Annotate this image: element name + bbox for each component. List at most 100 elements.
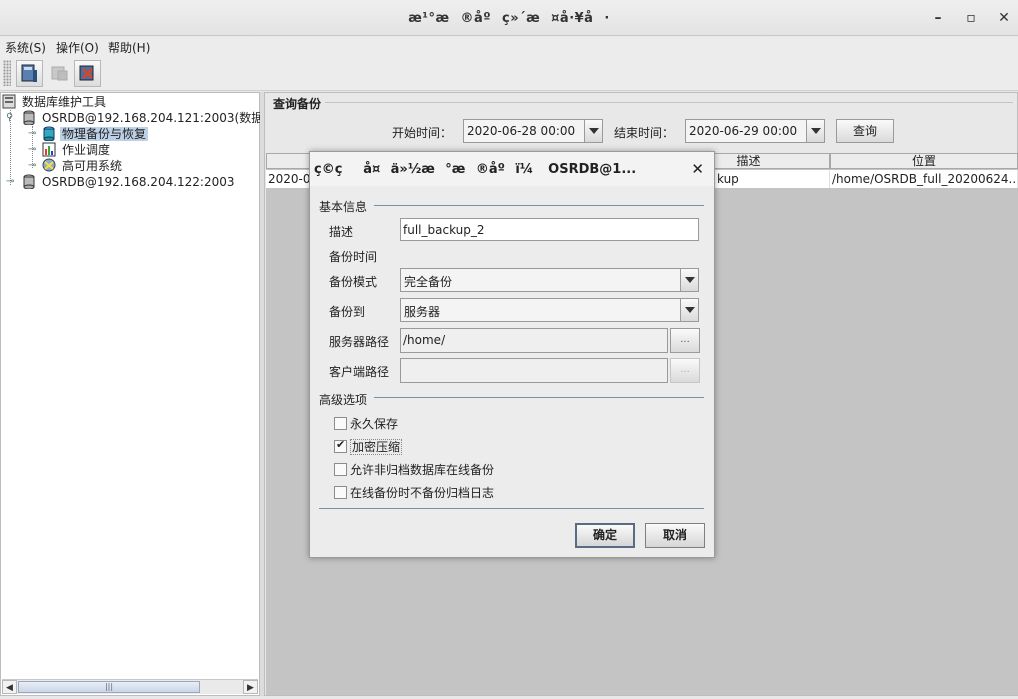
collapse-icon[interactable]: ⚲ [6,110,13,126]
checkbox[interactable] [334,486,347,499]
server-root-icon [2,94,16,109]
cluster-icon [42,158,56,172]
checkbox[interactable] [334,463,347,476]
option-label: 允许非归档数据库在线备份 [350,463,495,477]
tree-root-label: 数据库维护工具 [22,95,107,109]
basic-info-section: 基本信息 [319,200,368,214]
backup-mode-select[interactable]: 完全备份 [400,268,699,292]
tree-node-server-122[interactable]: OSRDB@192.168.204.122:2003 [22,174,237,190]
menu-help[interactable]: 帮助(H) [108,39,150,56]
chevron-down-icon[interactable] [680,269,698,291]
minimize-button[interactable]: – [928,8,948,28]
client-path-browse-button[interactable]: ... [670,358,700,383]
expand-icon[interactable]: ⊸ [28,158,36,174]
chevron-down-icon[interactable] [680,299,698,321]
tree-node-label: OSRDB@192.168.204.122:2003 [42,175,235,189]
backup-mode-value: 完全备份 [404,275,453,289]
option-online-nonarchive[interactable]: 允许非归档数据库在线备份 [334,461,494,478]
option-permanent[interactable]: 永久保存 [334,415,398,432]
option-skip-archive-log[interactable]: 在线备份时不备份归档日志 [334,484,494,501]
dialog-title: ç©çå¤ä»½æ°æ®åºï¼ OSRDB@1... [314,162,637,177]
description-input[interactable]: full_backup_2 [400,218,699,241]
delete-connection-icon [79,65,94,81]
expand-icon[interactable]: ⊸ [28,126,36,142]
scroll-left-arrow-icon[interactable]: ◀ [2,680,17,694]
backup-target-select[interactable]: 服务器 [400,298,699,322]
tree-node-ha-system[interactable]: 高可用系统 [42,158,124,174]
tree-node-label: OSRDB@192.168.204.121:2003(数据 [42,111,264,125]
tree-node-label: 高可用系统 [62,159,123,173]
tree-node-job-schedule[interactable]: 作业调度 [42,142,112,158]
option-encrypt-compress[interactable]: 加密压缩 [334,438,403,455]
end-time-value: 2020-06-29 00:00 [689,124,798,138]
expand-icon[interactable]: ⊸ [28,142,36,158]
menu-operation[interactable]: 操作(O) [56,39,99,56]
checkbox[interactable] [334,438,347,453]
window-titlebar: æ¹°æ®åºç»´æ¤å·¥å · – ▫ ✕ [0,0,1018,36]
query-section-title: 查询备份 [273,97,322,111]
database-icon [23,110,35,125]
client-path-label: 客户端路径 [329,365,390,379]
description-value: full_backup_2 [403,223,485,237]
advanced-section: 高级选项 [319,393,368,407]
checkbox[interactable] [334,417,347,430]
section-divider [374,205,704,206]
backup-target-label: 备份到 [329,305,366,319]
column-header-location[interactable]: 位置 [830,153,1018,169]
option-label: 在线备份时不备份归档日志 [350,486,495,500]
menu-system[interactable]: 系统(S) [5,39,46,56]
section-divider [325,102,1013,103]
navigation-tree: 数据库维护工具 ⚲ OSRDB@192.168.204.121:2003(数据 … [0,92,263,696]
backup-target-value: 服务器 [404,305,441,319]
close-icon[interactable]: ✕ [691,160,704,178]
client-path-input[interactable] [400,358,668,383]
start-time-select[interactable]: 2020-06-28 00:00 [463,119,603,143]
scroll-right-arrow-icon[interactable]: ▶ [243,680,258,694]
tree-node-physical-backup[interactable]: 物理备份与恢复 [42,126,149,142]
backup-icon [43,126,55,141]
connect-icon [21,64,37,82]
tree-node-label: 作业调度 [62,143,111,157]
description-label: 描述 [329,225,354,239]
section-divider [374,397,704,398]
chart-icon [42,142,56,157]
database-icon [23,174,35,189]
start-time-label: 开始时间： [392,126,453,140]
window-title: æ¹°æ®åºç»´æ¤å·¥å · [408,11,610,26]
horizontal-scrollbar[interactable]: ◀ ||| ▶ [2,679,258,694]
option-label: 加密压缩 [350,439,403,455]
tree-node-label: 物理备份与恢复 [60,127,149,141]
menubar: 系统(S) 操作(O) 帮助(H) [0,37,1018,57]
tree-node-server-121[interactable]: OSRDB@192.168.204.121:2003(数据 [22,110,265,126]
maximize-button[interactable]: ▫ [961,8,981,28]
server-path-value: /home/ [403,333,446,347]
chevron-down-icon[interactable] [584,120,602,142]
backup-dialog: ç©çå¤ä»½æ°æ®åºï¼ OSRDB@1... ✕ 基本信… [309,151,715,558]
connect-button[interactable] [16,60,43,87]
expand-icon[interactable]: ⊸ [6,174,14,190]
close-window-button[interactable]: ✕ [994,8,1014,28]
chevron-down-icon[interactable] [806,120,824,142]
delete-connection-button[interactable] [74,60,101,87]
dialog-separator [319,508,704,509]
start-time-value: 2020-06-28 00:00 [467,124,576,138]
disconnect-button[interactable] [46,60,73,87]
ok-button[interactable]: 确定 [575,523,635,548]
table-cell[interactable]: /home/OSRDB_full_20200624... [830,170,1018,188]
toolbar [0,57,1018,91]
query-button[interactable]: 查询 [836,119,894,143]
disconnect-icon [51,66,68,81]
backup-mode-label: 备份模式 [329,275,378,289]
option-label: 永久保存 [350,417,399,431]
cancel-button[interactable]: 取消 [645,523,705,548]
tree-root[interactable]: 数据库维护工具 [2,94,108,110]
end-time-select[interactable]: 2020-06-29 00:00 [685,119,825,143]
server-path-input[interactable]: /home/ [400,328,668,353]
server-path-label: 服务器路径 [329,335,390,349]
dialog-titlebar: ç©çå¤ä»½æ°æ®åºï¼ OSRDB@1... ✕ [310,152,714,186]
toolbar-grip[interactable] [3,60,11,86]
server-path-browse-button[interactable]: ... [670,328,700,353]
scroll-thumb[interactable]: ||| [18,681,200,693]
end-time-label: 结束时间： [614,126,675,140]
backup-time-label: 备份时间 [329,250,378,264]
